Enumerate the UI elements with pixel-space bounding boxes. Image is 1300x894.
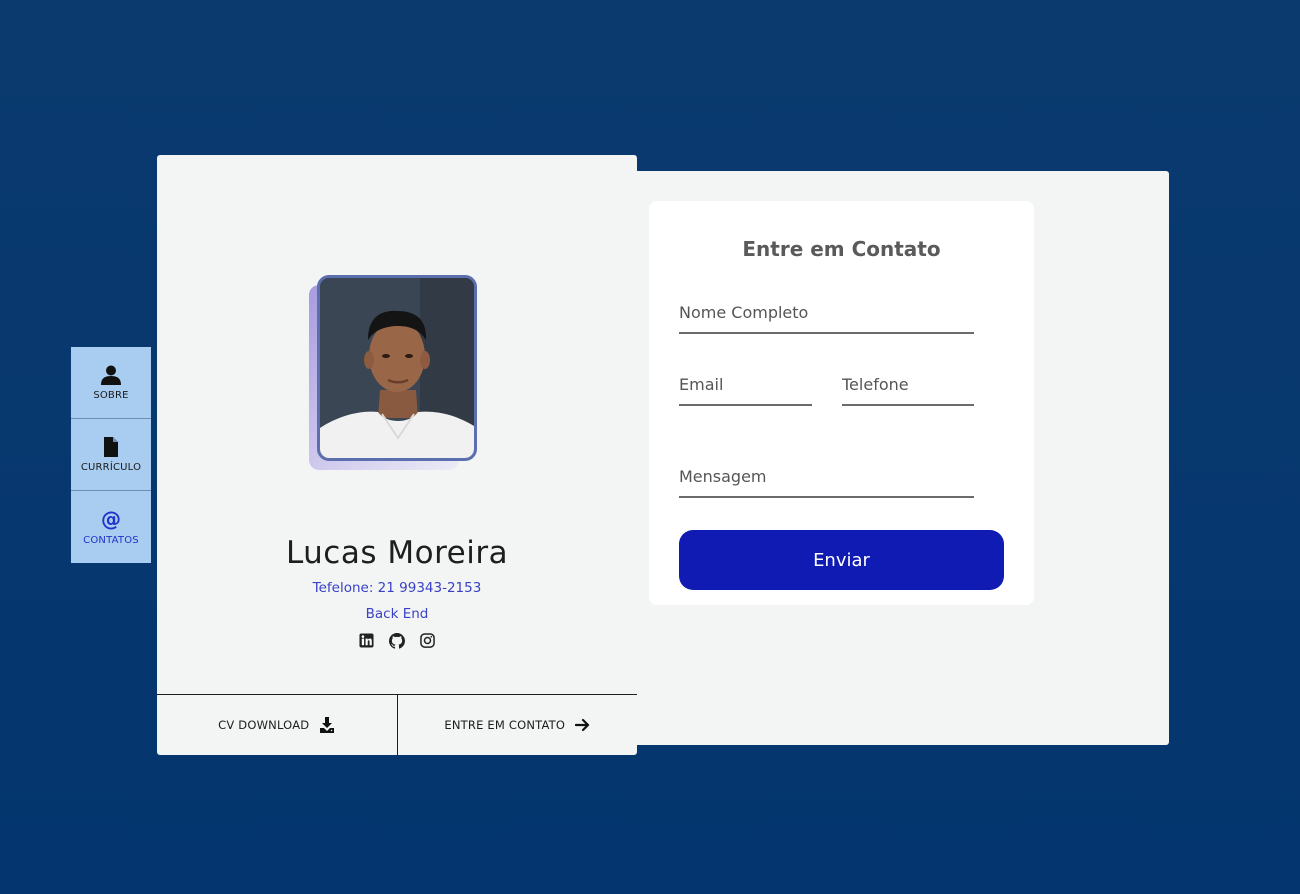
profile-name: Lucas Moreira <box>285 535 509 571</box>
nav-label-sobre: SOBRE <box>93 389 129 401</box>
nav-item-sobre[interactable]: SOBRE <box>71 347 151 419</box>
nome-input[interactable] <box>679 303 974 332</box>
cv-download-label: CV DOWNLOAD <box>218 718 310 732</box>
arrow-right-icon <box>575 718 590 732</box>
instagram-icon[interactable] <box>420 633 435 649</box>
email-field <box>679 375 812 406</box>
profile-card-footer: CV DOWNLOAD ENTRE EM CONTATO <box>157 694 637 755</box>
github-icon[interactable] <box>389 633 405 649</box>
at-icon: @ <box>101 508 121 530</box>
contact-panel: Entre em Contato Enviar <box>630 171 1169 745</box>
nav-label-curriculo: CURRÍCULO <box>80 461 142 473</box>
file-icon <box>104 436 118 457</box>
nav-label-contatos: CONTATOS <box>83 535 139 546</box>
contact-button-label: ENTRE EM CONTATO <box>444 718 566 732</box>
telefone-field <box>842 375 974 406</box>
profile-role: Back End <box>365 606 429 622</box>
contact-form: Entre em Contato Enviar <box>649 201 1034 605</box>
profile-photo <box>317 275 477 461</box>
profile-photo-frame <box>309 275 479 475</box>
user-icon <box>101 365 121 385</box>
send-button[interactable]: Enviar <box>679 530 1004 590</box>
download-icon <box>320 717 335 733</box>
nome-field <box>679 303 974 334</box>
side-nav: SOBRE CURRÍCULO @ CONTATOS <box>71 347 151 563</box>
mensagem-input[interactable] <box>679 467 974 496</box>
linkedin-icon[interactable] <box>359 633 374 649</box>
contact-button[interactable]: ENTRE EM CONTATO <box>396 695 638 755</box>
svg-text:@: @ <box>101 508 121 530</box>
profile-photo-illustration <box>320 278 474 458</box>
profile-card: Lucas Moreira Tefelone: 21 99343-2153 Ba… <box>157 155 637 755</box>
nav-item-contatos[interactable]: @ CONTATOS <box>71 491 151 563</box>
form-title: Entre em Contato <box>742 237 941 261</box>
mensagem-field <box>679 467 974 498</box>
nav-item-curriculo[interactable]: CURRÍCULO <box>71 419 151 491</box>
social-links <box>157 633 637 649</box>
telefone-input[interactable] <box>842 375 974 404</box>
profile-phone: Tefelone: 21 99343-2153 <box>312 580 482 596</box>
email-input[interactable] <box>679 375 812 404</box>
cv-download-button[interactable]: CV DOWNLOAD <box>157 695 397 755</box>
